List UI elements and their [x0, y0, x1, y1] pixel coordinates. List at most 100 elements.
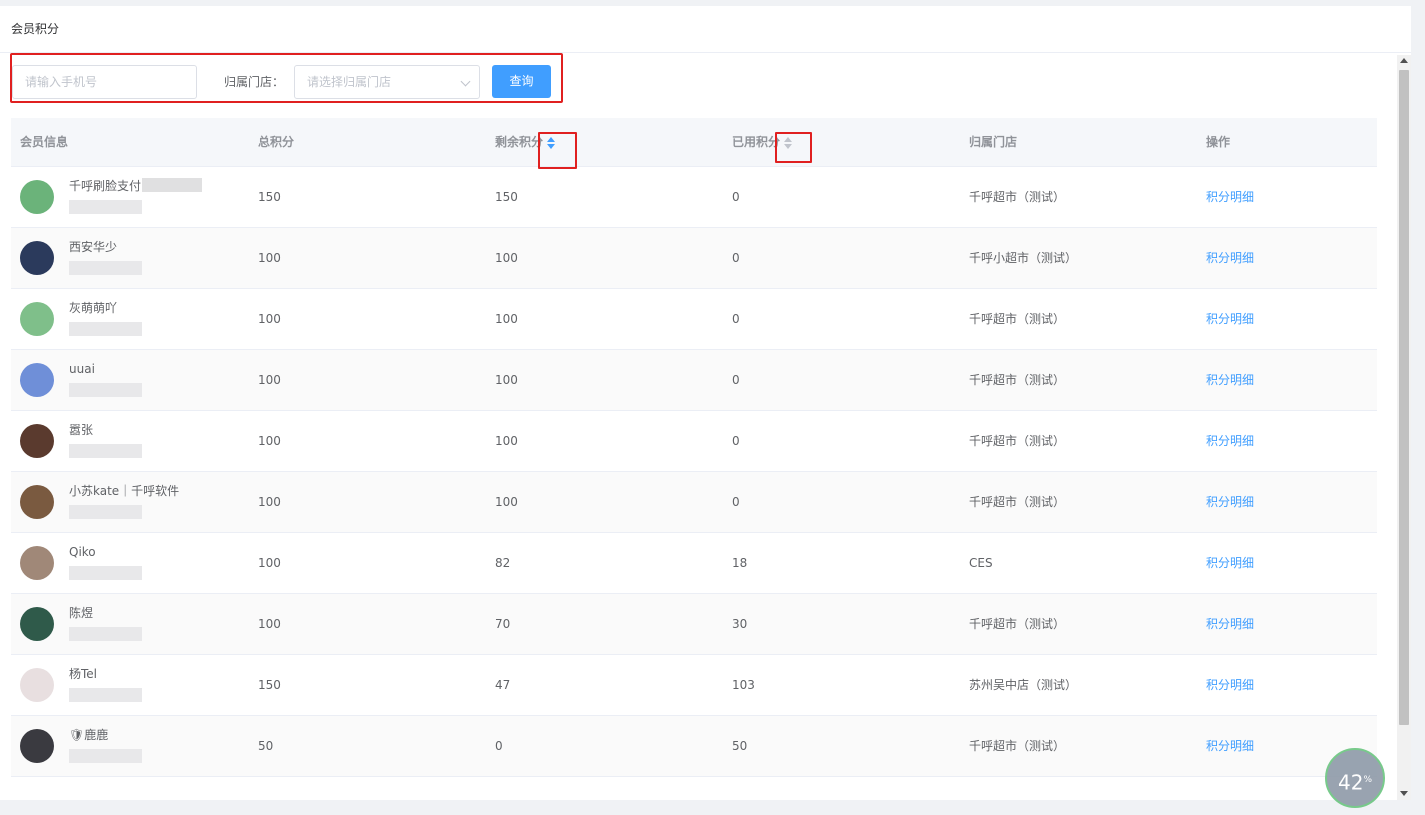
used-points: 0 — [732, 373, 740, 387]
avatar — [20, 546, 54, 580]
table-row: 🛡鹿鹿 50 0 50 千呼超市（测试） 积分明细 — [11, 716, 1377, 777]
speed-unit: % — [1363, 775, 1372, 785]
total-points: 100 — [258, 251, 281, 265]
table-row: 灰萌萌吖 100 100 0 千呼超市（测试） 积分明细 — [11, 289, 1377, 350]
sort-remaining-highlight — [538, 132, 577, 169]
masked-name — [142, 178, 202, 192]
sort-used-highlight — [775, 132, 812, 163]
avatar — [20, 302, 54, 336]
scroll-up-icon[interactable] — [1400, 58, 1408, 63]
used-points: 50 — [732, 739, 748, 753]
chevron-down-icon — [460, 76, 471, 87]
scroll-down-icon[interactable] — [1400, 791, 1408, 796]
remaining-points: 100 — [495, 312, 518, 326]
used-points: 30 — [732, 617, 748, 631]
masked-phone — [69, 749, 142, 763]
avatar — [20, 607, 54, 641]
total-points: 50 — [258, 739, 274, 753]
phone-placeholder: 请输入手机号 — [25, 75, 98, 89]
points-detail-link[interactable]: 积分明细 — [1206, 533, 1254, 594]
member-name: 杨Tel — [69, 667, 98, 681]
points-detail-link[interactable]: 积分明细 — [1206, 594, 1254, 655]
member-name: 小苏kate｜千呼软件 — [69, 484, 180, 498]
total-points: 150 — [258, 678, 281, 692]
remaining-points: 100 — [495, 373, 518, 387]
masked-phone — [69, 627, 142, 641]
masked-phone — [69, 322, 142, 336]
speed-indicator[interactable]: 42% — [1325, 748, 1385, 808]
member-name: Qiko — [69, 545, 96, 559]
total-points: 150 — [258, 190, 281, 204]
points-detail-link[interactable]: 积分明细 — [1206, 655, 1254, 716]
used-points: 103 — [732, 678, 755, 692]
avatar — [20, 180, 54, 214]
store-select[interactable]: 请选择归属门店 — [294, 65, 480, 99]
points-detail-link[interactable]: 积分明细 — [1206, 228, 1254, 289]
store-filter-label: 归属门店： — [224, 75, 285, 89]
store-placeholder: 请选择归属门店 — [307, 75, 392, 89]
header-store: 归属门店 — [969, 135, 1018, 149]
used-points: 0 — [732, 495, 740, 509]
member-store: 千呼超市（测试） — [969, 373, 1066, 387]
member-name: 西安华少 — [69, 240, 118, 254]
phone-search-input[interactable]: 请输入手机号 — [12, 65, 197, 99]
page-title: 会员积分 — [0, 6, 1411, 53]
used-points: 0 — [732, 190, 740, 204]
member-name: 千呼刷脸支付 — [69, 179, 142, 193]
remaining-points: 70 — [495, 617, 511, 631]
table-row: 杨Tel 150 47 103 苏州吴中店（测试） 积分明细 — [11, 655, 1377, 716]
masked-phone — [69, 566, 142, 580]
masked-phone — [69, 261, 142, 275]
masked-phone — [69, 505, 142, 519]
masked-phone — [69, 200, 142, 214]
member-store: 千呼超市（测试） — [969, 190, 1066, 204]
member-name: 嚣张 — [69, 423, 94, 437]
member-points-table: 会员信息 总积分 剩余积分 已用积分 归属门店 操作 千呼刷脸支付 150 150 0… — [11, 118, 1377, 777]
header-member: 会员信息 — [20, 135, 69, 149]
header-total: 总积分 — [258, 135, 295, 149]
remaining-points: 150 — [495, 190, 518, 204]
points-detail-link[interactable]: 积分明细 — [1206, 472, 1254, 533]
member-store: 苏州吴中店（测试） — [969, 678, 1078, 692]
table-row: Qiko 100 82 18 CES 积分明细 — [11, 533, 1377, 594]
header-action: 操作 — [1206, 135, 1231, 149]
scroll-thumb[interactable] — [1399, 70, 1409, 725]
points-detail-link[interactable]: 积分明细 — [1206, 716, 1254, 777]
table-body: 千呼刷脸支付 150 150 0 千呼超市（测试） 积分明细 西安华少 100 100 0 千呼小超… — [11, 167, 1377, 777]
member-store: 千呼超市（测试） — [969, 495, 1066, 509]
points-detail-link[interactable]: 积分明细 — [1206, 289, 1254, 350]
remaining-points: 100 — [495, 495, 518, 509]
table-row: 嚣张 100 100 0 千呼超市（测试） 积分明细 — [11, 411, 1377, 472]
table-row: 小苏kate｜千呼软件 100 100 0 千呼超市（测试） 积分明细 — [11, 472, 1377, 533]
avatar — [20, 485, 54, 519]
remaining-points: 47 — [495, 678, 511, 692]
used-points: 18 — [732, 556, 748, 570]
remaining-points: 100 — [495, 434, 518, 448]
total-points: 100 — [258, 373, 281, 387]
total-points: 100 — [258, 495, 281, 509]
total-points: 100 — [258, 556, 281, 570]
masked-phone — [69, 444, 142, 458]
masked-phone — [69, 688, 142, 702]
member-store: 千呼超市（测试） — [969, 617, 1066, 631]
member-store: 千呼超市（测试） — [969, 434, 1066, 448]
points-detail-link[interactable]: 积分明细 — [1206, 411, 1254, 472]
query-button[interactable]: 查询 — [492, 65, 551, 98]
points-detail-link[interactable]: 积分明细 — [1206, 350, 1254, 411]
avatar — [20, 729, 54, 763]
avatar — [20, 241, 54, 275]
used-points: 0 — [732, 434, 740, 448]
remaining-points: 100 — [495, 251, 518, 265]
avatar — [20, 424, 54, 458]
header-remaining-label: 剩余积分 — [495, 135, 544, 149]
table-row: uuai 100 100 0 千呼超市（测试） 积分明细 — [11, 350, 1377, 411]
header-used-label: 已用积分 — [732, 135, 781, 149]
used-points: 0 — [732, 312, 740, 326]
table-header: 会员信息 总积分 剩余积分 已用积分 归属门店 操作 — [11, 118, 1377, 169]
table-row: 千呼刷脸支付 150 150 0 千呼超市（测试） 积分明细 — [11, 167, 1377, 228]
points-detail-link[interactable]: 积分明细 — [1206, 167, 1254, 228]
total-points: 100 — [258, 312, 281, 326]
vertical-scrollbar[interactable] — [1397, 55, 1411, 800]
table-row: 西安华少 100 100 0 千呼小超市（测试） 积分明细 — [11, 228, 1377, 289]
masked-phone — [69, 383, 142, 397]
